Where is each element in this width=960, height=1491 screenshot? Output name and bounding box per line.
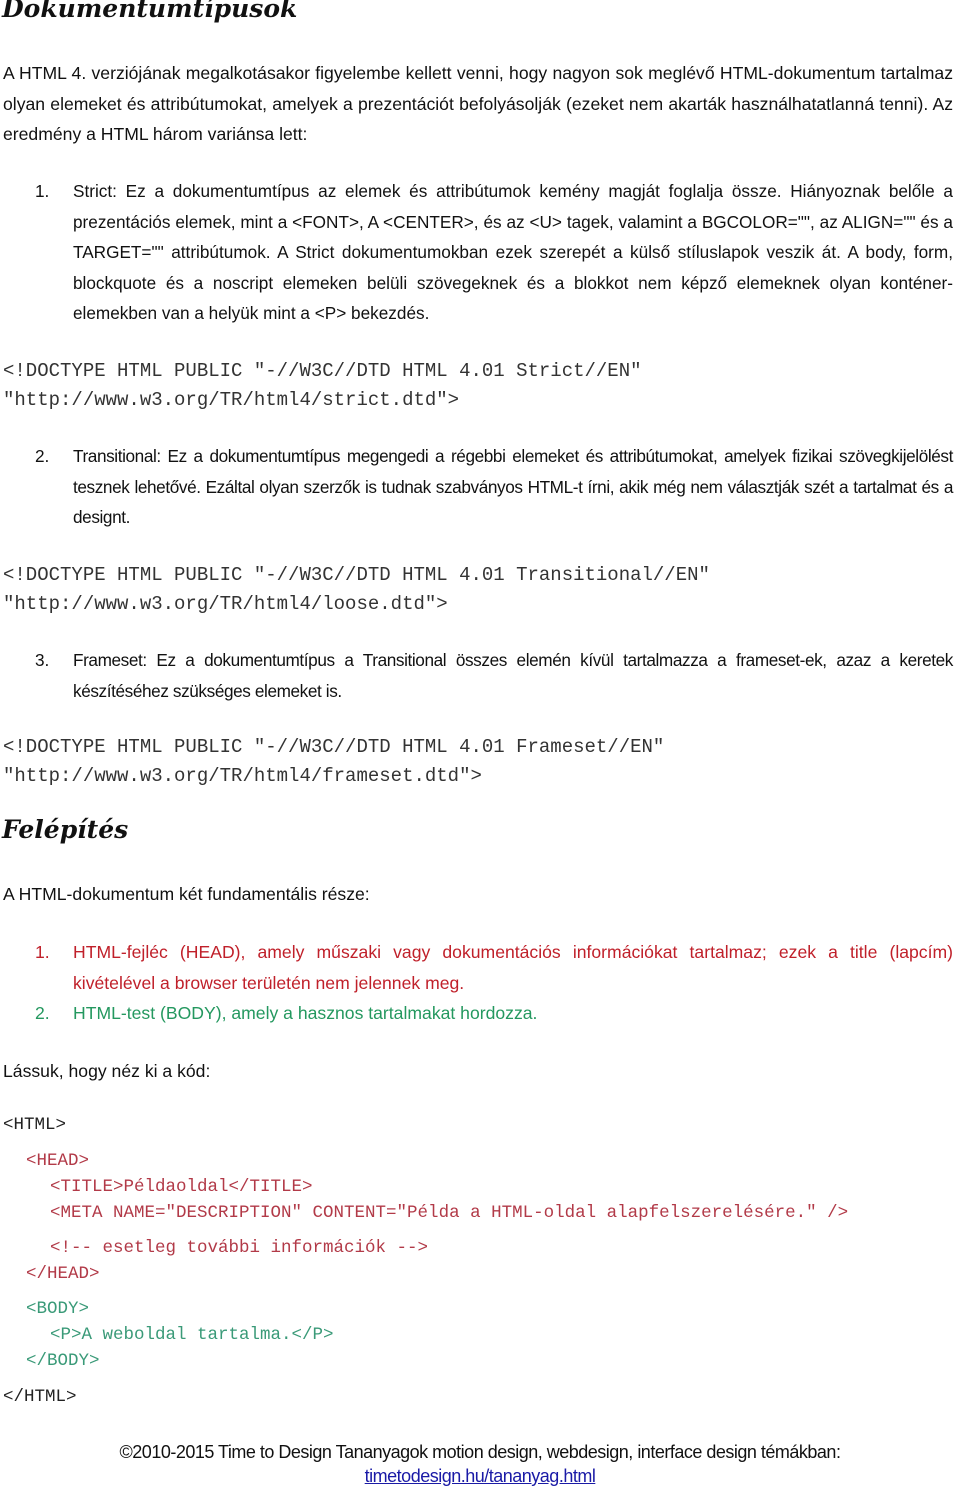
list-text: Strict: Ez a dokumentumtípus az elemek é… — [73, 181, 953, 323]
footer-link[interactable]: timetodesign.hu/tananyag.html — [365, 1466, 596, 1486]
code-p-line: <P>A weboldal tartalma.</P> — [50, 1325, 334, 1345]
list-text: HTML-test (BODY), amely a hasznos tartal… — [73, 1003, 538, 1023]
list-number: 1. — [35, 942, 50, 962]
doctype-code-strict: <!DOCTYPE HTML PUBLIC "-//W3C//DTD HTML … — [3, 357, 642, 414]
code-title-line: <TITLE>Példaoldal</TITLE> — [50, 1177, 313, 1197]
code-meta-line: <META NAME="DESCRIPTION" CONTENT="Példa … — [50, 1203, 849, 1223]
code-line: <!DOCTYPE HTML PUBLIC "-//W3C//DTD HTML … — [3, 736, 665, 758]
code-body-open: <BODY> — [26, 1299, 90, 1319]
list-number: 2. — [35, 446, 50, 466]
doctype-list-item-transitional: 2. Transitional: Ez a dokumentumtípus me… — [35, 441, 953, 533]
structure-intro: A HTML-dokumentum két fundamentális rész… — [3, 884, 370, 904]
page-title: Dokumentumtípusok — [2, 0, 298, 23]
list-number: 1. — [35, 181, 50, 201]
footer-copyright: ©2010-2015 Time to Design Tananyagok mot… — [119, 1442, 841, 1462]
code-head-open: <HEAD> — [26, 1151, 90, 1171]
code-head-close: </HEAD> — [26, 1264, 100, 1284]
code-line: <!DOCTYPE HTML PUBLIC "-//W3C//DTD HTML … — [3, 564, 710, 586]
structure-parts-list: 1. HTML-fejléc (HEAD), amely műszaki vag… — [35, 937, 953, 1029]
list-text: HTML-fejléc (HEAD), amely műszaki vagy d… — [73, 942, 953, 993]
doctype-code-frameset: <!DOCTYPE HTML PUBLIC "-//W3C//DTD HTML … — [3, 733, 664, 790]
list-text: Transitional: Ez a dokumentumtípus megen… — [73, 446, 953, 527]
code-comment-line: <!-- esetleg további információk --> — [50, 1238, 429, 1258]
list-text: Frameset: Ez a dokumentumtípus a Transit… — [73, 650, 953, 701]
doctype-code-transitional: <!DOCTYPE HTML PUBLIC "-//W3C//DTD HTML … — [3, 561, 710, 618]
code-line: <!DOCTYPE HTML PUBLIC "-//W3C//DTD HTML … — [3, 360, 642, 382]
intro-paragraph: A HTML 4. verziójának megalkotásakor fig… — [3, 63, 953, 144]
section-title: Felépítés — [2, 815, 129, 844]
code-line: "http://www.w3.org/TR/html4/loose.dtd"> — [3, 592, 448, 615]
list-item-body: 2. HTML-test (BODY), amely a hasznos tar… — [35, 998, 953, 1029]
code-html-open: <HTML> — [3, 1115, 67, 1135]
code-html-close: </HTML> — [3, 1387, 77, 1407]
doctype-list-item-frameset: 3. Frameset: Ez a dokumentumtípus a Tran… — [35, 645, 953, 706]
list-item-head: 1. HTML-fejléc (HEAD), amely műszaki vag… — [35, 937, 953, 998]
list-number: 2. — [35, 1003, 50, 1023]
footer: ©2010-2015 Time to Design Tananyagok mot… — [0, 1440, 960, 1488]
code-intro: Lássuk, hogy néz ki a kód: — [3, 1061, 211, 1081]
code-line: "http://www.w3.org/TR/html4/frameset.dtd… — [3, 764, 482, 787]
list-number: 3. — [35, 650, 50, 670]
code-line: "http://www.w3.org/TR/html4/strict.dtd"> — [3, 388, 460, 411]
doctype-list-item-strict: 1. Strict: Ez a dokumentumtípus az eleme… — [35, 176, 953, 329]
code-body-close: </BODY> — [26, 1351, 100, 1371]
